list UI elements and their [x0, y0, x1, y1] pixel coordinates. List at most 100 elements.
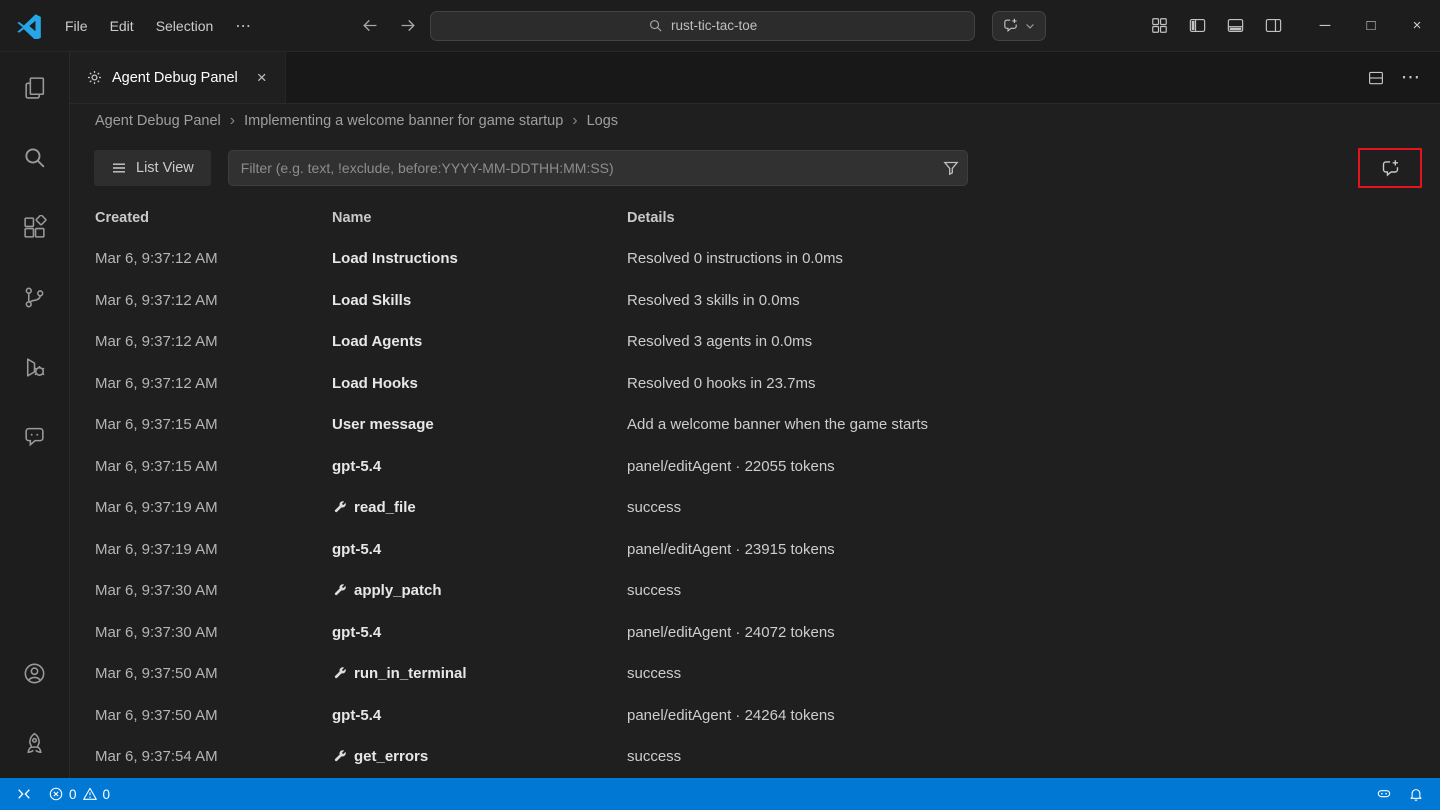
filter-icon[interactable]	[943, 160, 959, 176]
row-name: Load Agents	[332, 333, 627, 350]
copilot-status-button[interactable]	[1368, 778, 1400, 810]
row-created: Mar 6, 9:37:30 AM	[95, 623, 218, 641]
minimize-button[interactable]: ─	[1302, 0, 1348, 52]
chat-view-button[interactable]	[0, 402, 70, 472]
table-row[interactable]: Mar 6, 9:37:50 AM gpt-5.4 panel/editAgen…	[70, 695, 1440, 737]
search-icon	[648, 18, 663, 33]
remote-button[interactable]	[8, 778, 40, 810]
toggle-secondary-sidebar-button[interactable]	[1254, 7, 1292, 45]
list-view-button[interactable]: List View	[94, 150, 211, 186]
table-row[interactable]: Mar 6, 9:37:30 AM apply_patch success	[70, 570, 1440, 612]
table-row[interactable]: Mar 6, 9:37:30 AM gpt-5.4 panel/editAgen…	[70, 612, 1440, 654]
breadcrumb-item-session[interactable]: Implementing a welcome banner for game s…	[244, 113, 563, 129]
column-header-name[interactable]: Name	[332, 210, 627, 226]
forward-button[interactable]	[393, 12, 421, 40]
breadcrumb-item-panel[interactable]: Agent Debug Panel	[95, 113, 221, 129]
source-control-button[interactable]	[0, 262, 70, 332]
run-debug-button[interactable]	[0, 332, 70, 402]
table-header: Created Name Details	[70, 196, 1440, 238]
row-name: read_file	[332, 499, 627, 516]
window-controls: ─ □ ×	[1302, 0, 1440, 52]
toggle-panel-button[interactable]	[1216, 7, 1254, 45]
explorer-button[interactable]	[0, 52, 70, 122]
copilot-chat-icon	[1002, 17, 1019, 34]
notifications-button[interactable]	[1400, 778, 1432, 810]
tool-icon	[332, 500, 347, 515]
table-row[interactable]: Mar 6, 9:37:12 AM Load Instructions Reso…	[70, 238, 1440, 280]
row-name: run_in_terminal	[332, 665, 627, 682]
table-row[interactable]: Mar 6, 9:37:50 AM run_in_terminal succes…	[70, 653, 1440, 695]
column-header-details[interactable]: Details	[627, 210, 1440, 226]
row-name-text: Load Hooks	[332, 374, 418, 392]
editor-actions: ⋯	[1367, 52, 1440, 103]
warning-icon	[82, 786, 98, 802]
activity-bar-bottom	[0, 638, 70, 778]
table-row[interactable]: Mar 6, 9:37:12 AM Load Agents Resolved 3…	[70, 321, 1440, 363]
table-row[interactable]: Mar 6, 9:37:15 AM gpt-5.4 panel/editAgen…	[70, 446, 1440, 488]
row-details: panel/editAgent · 22055 tokens	[627, 457, 835, 475]
row-name-text: Load Agents	[332, 333, 423, 351]
menu-edit[interactable]: Edit	[99, 13, 145, 39]
tab-close-button[interactable]: ×	[251, 67, 273, 89]
maximize-button[interactable]: □	[1348, 0, 1394, 52]
row-name: User message	[332, 416, 627, 433]
row-name-text: apply_patch	[354, 582, 442, 600]
logs-toolbar: List View	[70, 138, 1440, 196]
row-created: Mar 6, 9:37:19 AM	[95, 540, 218, 558]
table-row[interactable]: Mar 6, 9:37:12 AM Load Skills Resolved 3…	[70, 280, 1440, 322]
row-name: Load Instructions	[332, 250, 627, 267]
rocket-icon	[22, 731, 47, 756]
search-value: rust-tic-tac-toe	[671, 18, 758, 33]
column-header-created[interactable]: Created	[95, 210, 332, 226]
split-editor-button[interactable]	[1367, 69, 1385, 87]
open-chat-button-highlighted[interactable]	[1358, 148, 1422, 188]
row-details: panel/editAgent · 24264 tokens	[627, 706, 835, 724]
row-created: Mar 6, 9:37:19 AM	[95, 499, 218, 517]
bell-icon	[1408, 786, 1424, 802]
remote-icon	[16, 786, 32, 802]
close-button[interactable]: ×	[1394, 0, 1440, 52]
chat-add-icon	[1380, 158, 1401, 179]
filter-field	[227, 150, 968, 186]
row-name: gpt-5.4	[332, 458, 627, 475]
table-row[interactable]: Mar 6, 9:37:19 AM gpt-5.4 panel/editAgen…	[70, 529, 1440, 571]
tab-agent-debug-panel[interactable]: Agent Debug Panel ×	[70, 52, 286, 103]
breadcrumb-item-logs[interactable]: Logs	[587, 113, 618, 129]
editor-more-actions-button[interactable]: ⋯	[1401, 68, 1420, 87]
row-created: Mar 6, 9:37:12 AM	[95, 250, 218, 268]
search-icon	[22, 145, 47, 170]
row-details: Resolved 3 skills in 0.0ms	[627, 291, 800, 309]
log-rows: Mar 6, 9:37:12 AM Load Instructions Reso…	[70, 238, 1440, 778]
table-row[interactable]: Mar 6, 9:37:54 AM get_errors success	[70, 736, 1440, 778]
chevron-down-icon	[1024, 20, 1036, 32]
menu-more-button[interactable]: ⋯	[224, 11, 262, 41]
files-icon	[22, 75, 47, 100]
filter-input[interactable]	[227, 150, 968, 186]
row-details: panel/editAgent · 24072 tokens	[627, 623, 835, 641]
back-button[interactable]	[356, 12, 384, 40]
accounts-button[interactable]	[0, 638, 70, 708]
tab-label: Agent Debug Panel	[112, 69, 238, 86]
list-view-label: List View	[136, 160, 194, 176]
copilot-icon	[1376, 786, 1392, 802]
vscode-logo-icon	[16, 13, 42, 39]
copilot-menu-button[interactable]	[992, 10, 1047, 41]
toggle-primary-sidebar-button[interactable]	[1178, 7, 1216, 45]
row-name: apply_patch	[332, 582, 627, 599]
status-bar: 0 0	[0, 778, 1440, 810]
customize-layout-button[interactable]	[1140, 7, 1178, 45]
launchpad-button[interactable]	[0, 708, 70, 778]
menu-file[interactable]: File	[54, 13, 99, 39]
row-name: Load Skills	[332, 292, 627, 309]
row-created: Mar 6, 9:37:12 AM	[95, 291, 218, 309]
table-row[interactable]: Mar 6, 9:37:15 AM User message Add a wel…	[70, 404, 1440, 446]
table-row[interactable]: Mar 6, 9:37:12 AM Load Hooks Resolved 0 …	[70, 363, 1440, 405]
menu-selection[interactable]: Selection	[145, 13, 225, 39]
search-bar[interactable]: rust-tic-tac-toe	[430, 10, 976, 41]
search-view-button[interactable]	[0, 122, 70, 192]
table-row[interactable]: Mar 6, 9:37:19 AM read_file success	[70, 487, 1440, 529]
row-name-text: User message	[332, 416, 434, 434]
activity-bar	[0, 52, 70, 778]
extensions-button[interactable]	[0, 192, 70, 262]
problems-button[interactable]: 0 0	[40, 778, 118, 810]
